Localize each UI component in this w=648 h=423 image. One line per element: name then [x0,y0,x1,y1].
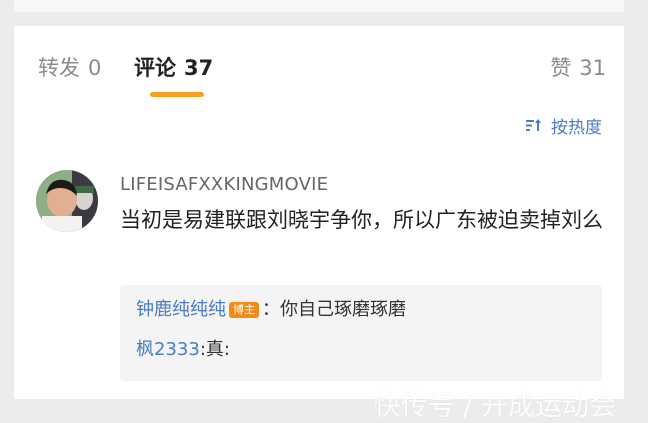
comments-panel: 转发 0 评论 37 赞 31 按热度 LIFEISAFXXKINGMOVIE … [14,26,624,422]
tab-repost[interactable]: 转发 0 [38,53,101,83]
sort-label: 按热度 [551,118,602,138]
comment-username[interactable]: LIFEISAFXXKINGMOVIE [120,174,328,195]
active-tab-indicator [150,92,204,97]
avatar[interactable] [36,170,98,232]
sort-icon [525,116,543,140]
reply-item: 钟鹿纯纯纯 博主 ：你自己琢磨琢磨 [136,297,406,323]
previous-card-edge [14,0,624,12]
tab-comments-label: 评论 [134,56,176,80]
sort-by-hot-button[interactable]: 按热度 [525,116,602,140]
tab-likes-label: 赞 [550,56,572,80]
reply-username[interactable]: 钟鹿纯纯纯 [136,299,226,320]
tab-bar: 转发 0 评论 37 赞 31 [14,26,624,106]
comment-text: 当初是易建联跟刘晓宇争你，所以广东被迫卖掉刘么 [120,208,603,232]
author-badge: 博主 [229,302,259,318]
watermark: 快传号 / 开成运动会 [373,391,616,422]
tab-comments[interactable]: 评论 37 [134,53,213,83]
tab-repost-count: 0 [88,56,102,80]
reply-username[interactable]: 枫2333 [136,339,200,360]
tab-likes[interactable]: 赞 31 [550,53,606,83]
tab-likes-count: 31 [579,56,606,80]
replies-box[interactable]: 钟鹿纯纯纯 博主 ：你自己琢磨琢磨 枫2333:真: [120,285,602,381]
tab-comments-count: 37 [184,56,214,80]
reply-text: 你自己琢磨琢磨 [280,299,406,320]
tab-repost-label: 转发 [38,56,80,80]
reply-separator: ： [262,299,280,320]
reply-item: 枫2333:真: [136,337,230,363]
reply-text: 真: [205,339,230,360]
